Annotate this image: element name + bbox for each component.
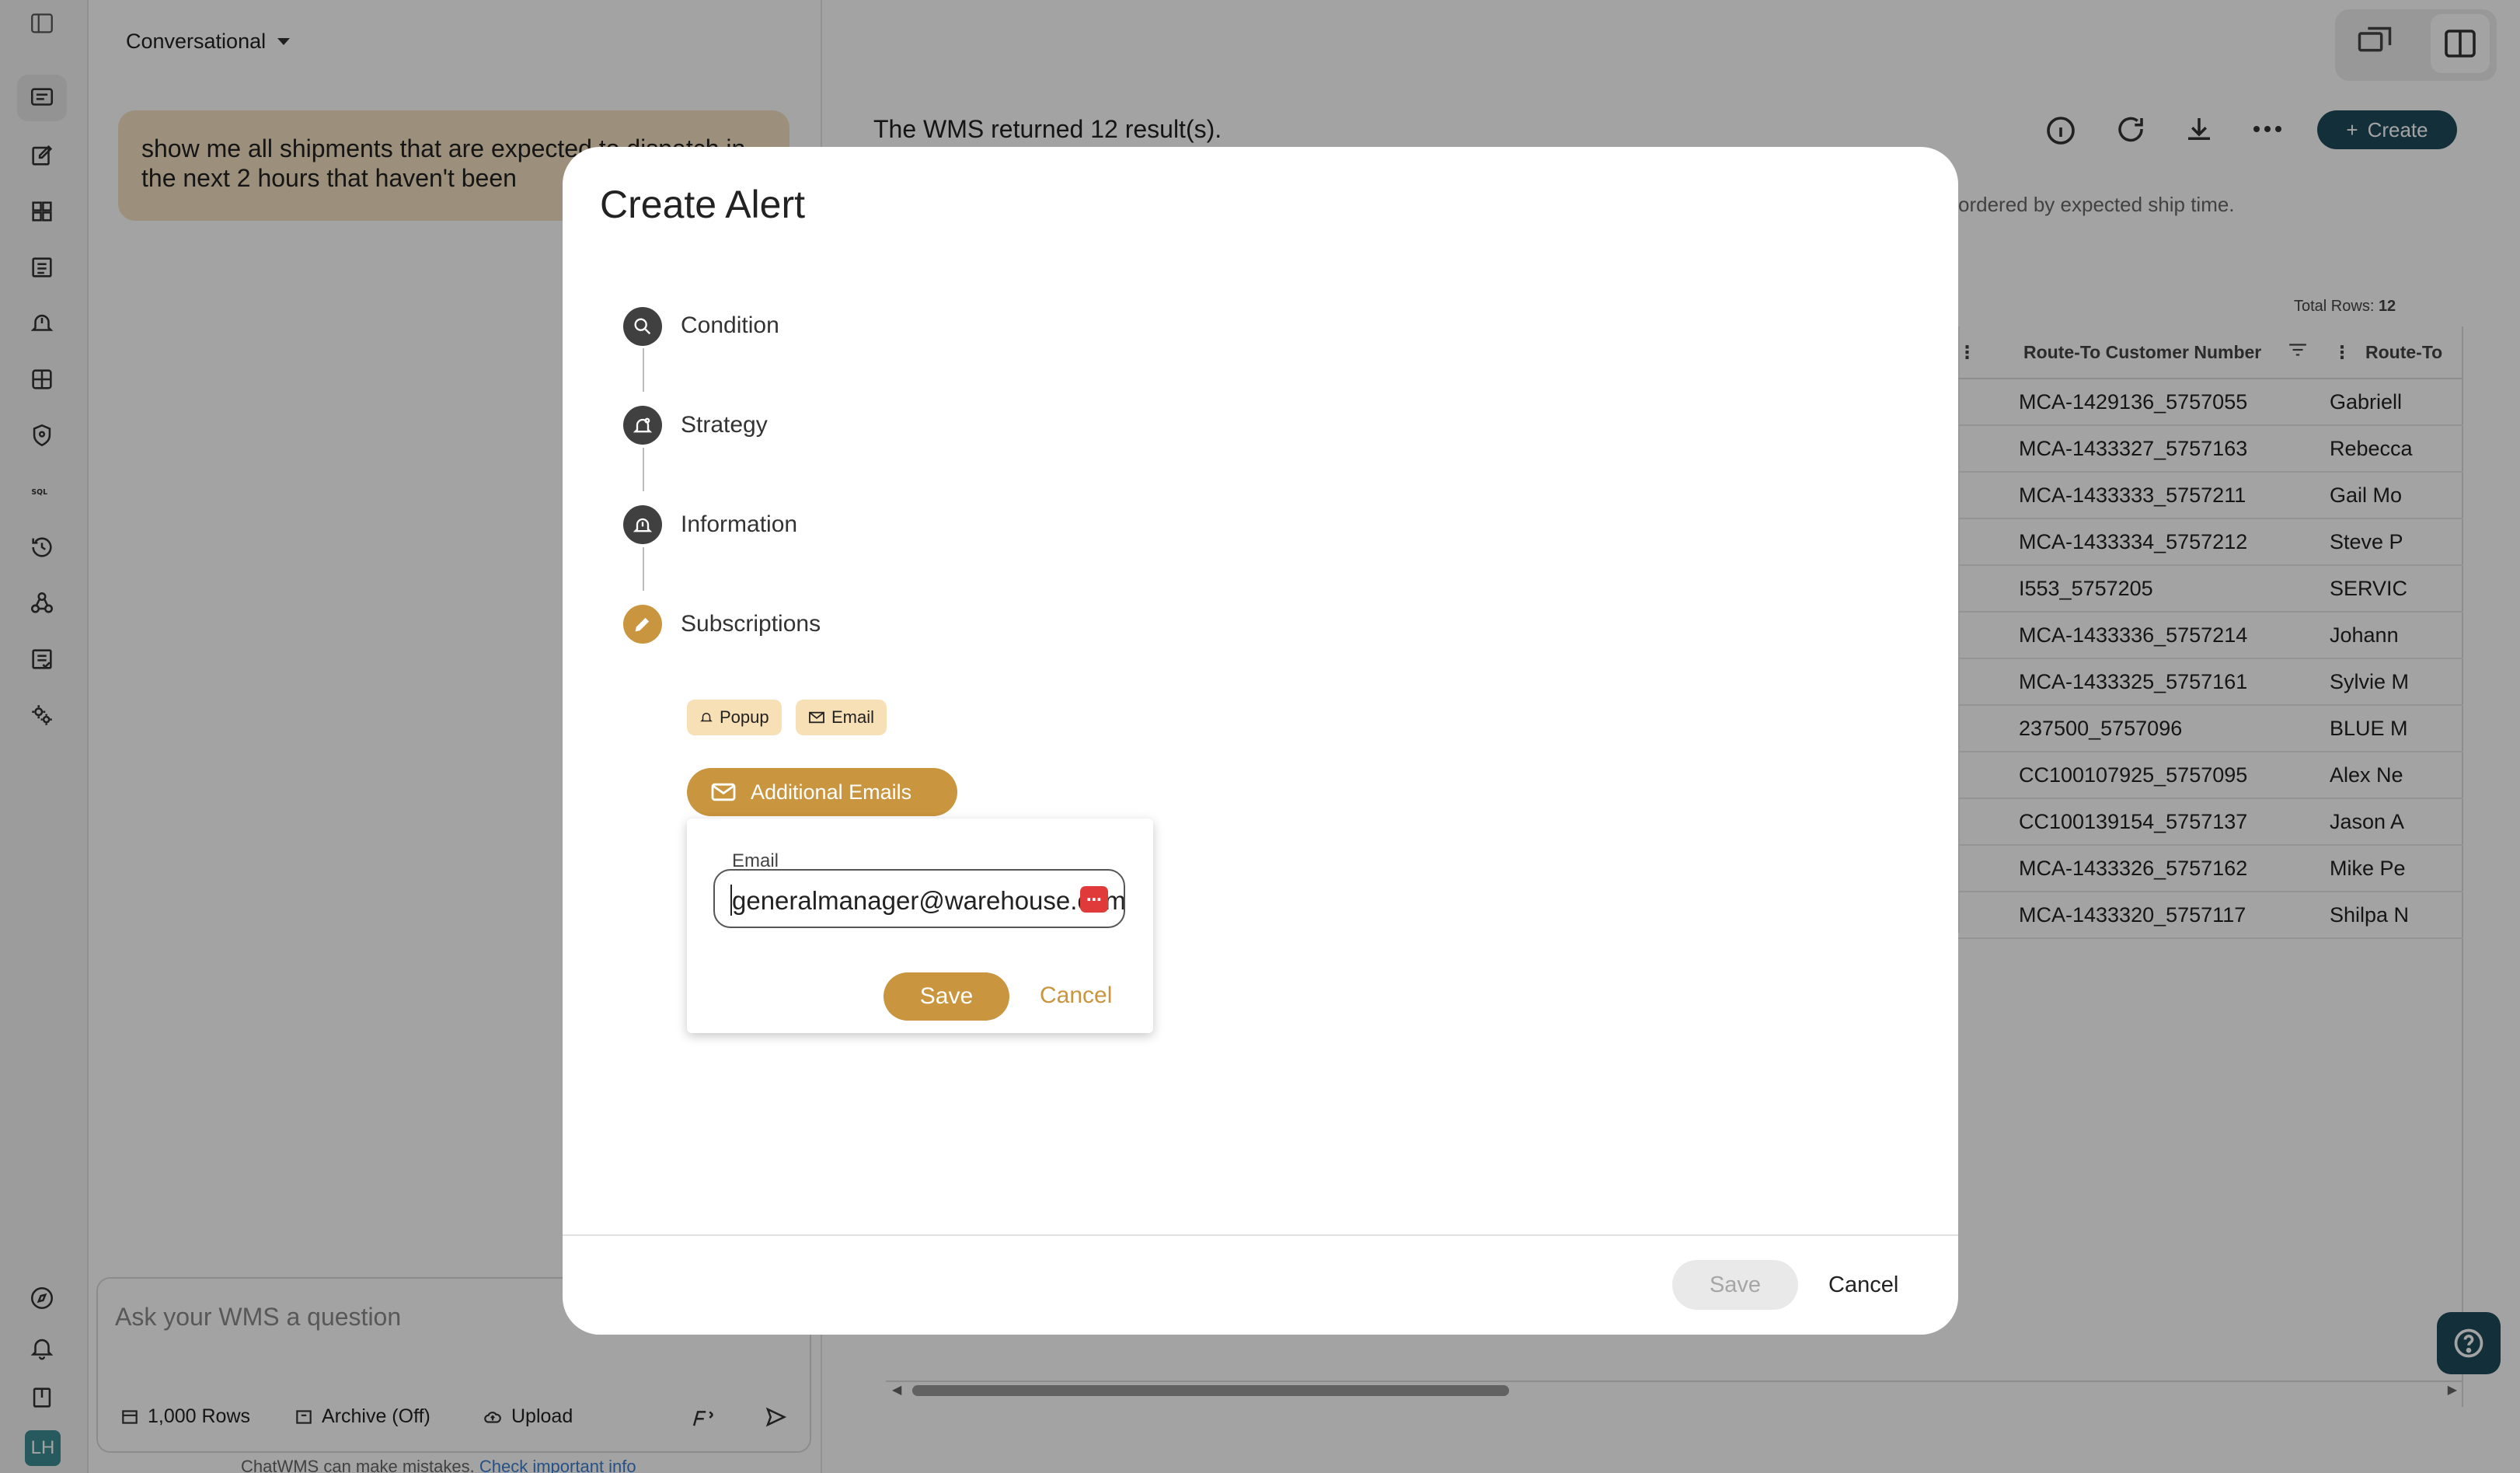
condition-step-icon[interactable] [623,307,662,346]
email-chip[interactable]: Email [796,700,887,735]
mail-icon [711,783,736,801]
step-connector [643,547,644,591]
step-information[interactable]: Information [681,511,797,538]
bell-icon [700,713,713,722]
popup-chip-label: Popup [720,707,769,727]
step-subscriptions[interactable]: Subscriptions [681,611,821,637]
email-input-value: generalmanager@warehouse.com [732,886,1125,915]
information-step-icon[interactable] [623,505,662,544]
step-condition[interactable]: Condition [681,312,779,339]
strategy-step-icon[interactable] [623,406,662,445]
step-connector [643,348,644,392]
dialog-title: Create Alert [600,183,806,226]
dialog-save-button[interactable]: Save [1672,1260,1798,1310]
step-strategy[interactable]: Strategy [681,412,768,438]
subscriptions-step-edit-icon[interactable] [623,605,662,644]
popup-chip[interactable]: Popup [687,700,782,735]
dialog-cancel-button[interactable]: Cancel [1828,1272,1898,1298]
password-manager-icon[interactable]: ⋯ [1080,886,1108,913]
text-caret [730,885,732,916]
dialog-footer-divider [563,1234,1958,1236]
email-save-button[interactable]: Save [884,972,1009,1021]
additional-emails-button[interactable]: Additional Emails [687,768,957,816]
email-chip-label: Email [831,707,875,727]
email-cancel-button[interactable]: Cancel [1040,983,1112,1009]
email-input[interactable]: generalmanager@warehouse.com ⋯ [713,869,1125,928]
mail-icon [809,711,824,724]
step-connector [643,448,644,491]
additional-emails-label: Additional Emails [751,780,912,804]
